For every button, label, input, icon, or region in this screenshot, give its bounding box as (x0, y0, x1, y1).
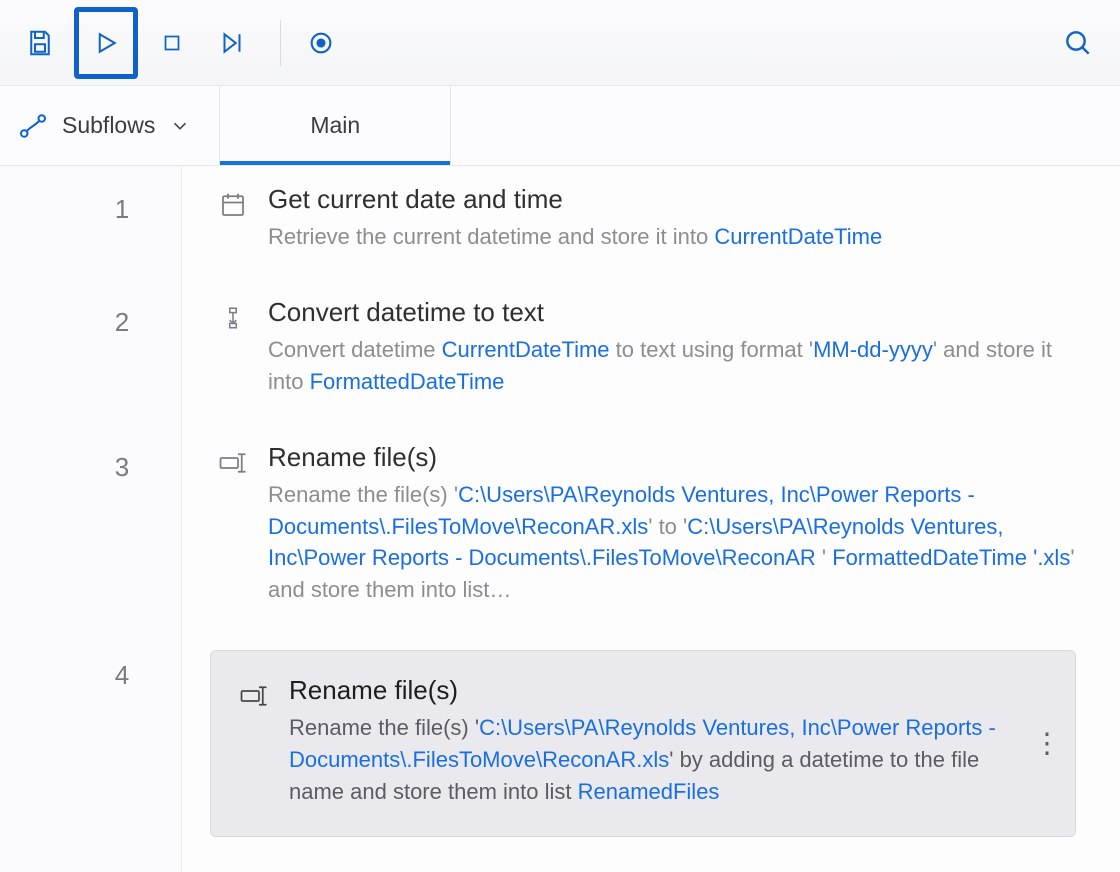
step-more-button[interactable]: ⋮ (1033, 735, 1061, 752)
line-gutter (0, 166, 182, 872)
step-row[interactable]: 2 Convert datetime to text Convert datet… (210, 297, 1076, 398)
step-row: 4 Rename file(s) Rename the file(s) 'C:\… (210, 650, 1076, 837)
toolbar-separator (280, 20, 281, 66)
record-icon (307, 29, 335, 57)
toolbar (0, 0, 1120, 86)
step-button[interactable] (206, 17, 258, 69)
step-row[interactable]: 1 Get current date and time Retrieve the… (210, 184, 1076, 253)
step-title: Rename file(s) (268, 442, 1076, 473)
datetime-icon (210, 184, 256, 220)
flow-area: 1 Get current date and time Retrieve the… (0, 166, 1120, 872)
step-description: Rename the file(s) 'C:\Users\PA\Reynolds… (268, 479, 1076, 607)
play-icon (91, 28, 121, 58)
step-title: Convert datetime to text (268, 297, 1076, 328)
rename-icon (210, 442, 256, 478)
stop-button[interactable] (146, 17, 198, 69)
step-number: 3 (92, 452, 152, 483)
step-number: 1 (92, 194, 152, 225)
step-title: Rename file(s) (289, 675, 1015, 706)
record-button[interactable] (295, 17, 347, 69)
save-button[interactable] (14, 17, 66, 69)
step-number: 4 (92, 660, 152, 691)
tab-main[interactable]: Main (220, 86, 451, 165)
step-number: 2 (92, 307, 152, 338)
subflows-icon (18, 111, 48, 141)
step-icon (217, 28, 247, 58)
save-icon (25, 28, 55, 58)
variable-token: RenamedFiles (578, 779, 720, 804)
literal-token: '.xls (1027, 545, 1070, 570)
steps-list: 1 Get current date and time Retrieve the… (182, 166, 1120, 872)
tab-main-label: Main (310, 112, 360, 139)
subflows-dropdown[interactable]: Subflows (0, 86, 220, 165)
variable-token: CurrentDateTime (442, 337, 610, 362)
rename-icon (231, 675, 277, 711)
step-title: Get current date and time (268, 184, 1076, 215)
variable-token: FormattedDateTime (832, 545, 1027, 570)
search-button[interactable] (1050, 15, 1106, 71)
step-row[interactable]: 3 Rename file(s) Rename the file(s) 'C:\… (210, 442, 1076, 607)
tabstrip: Subflows Main (0, 86, 1120, 166)
step-description: Convert datetime CurrentDateTime to text… (268, 334, 1076, 398)
search-icon (1062, 27, 1094, 59)
step-card-selected[interactable]: Rename file(s) Rename the file(s) 'C:\Us… (210, 650, 1076, 837)
convert-icon (210, 297, 256, 333)
step-description: Retrieve the current datetime and store … (268, 221, 1076, 253)
step-description: Rename the file(s) 'C:\Users\PA\Reynolds… (289, 712, 1015, 808)
variable-token: CurrentDateTime (714, 224, 882, 249)
run-button[interactable] (74, 7, 138, 79)
chevron-down-icon (169, 115, 191, 137)
stop-icon (159, 30, 185, 56)
literal-token: MM-dd-yyyy (813, 337, 933, 362)
subflows-label: Subflows (62, 112, 155, 139)
variable-token: FormattedDateTime (310, 369, 505, 394)
